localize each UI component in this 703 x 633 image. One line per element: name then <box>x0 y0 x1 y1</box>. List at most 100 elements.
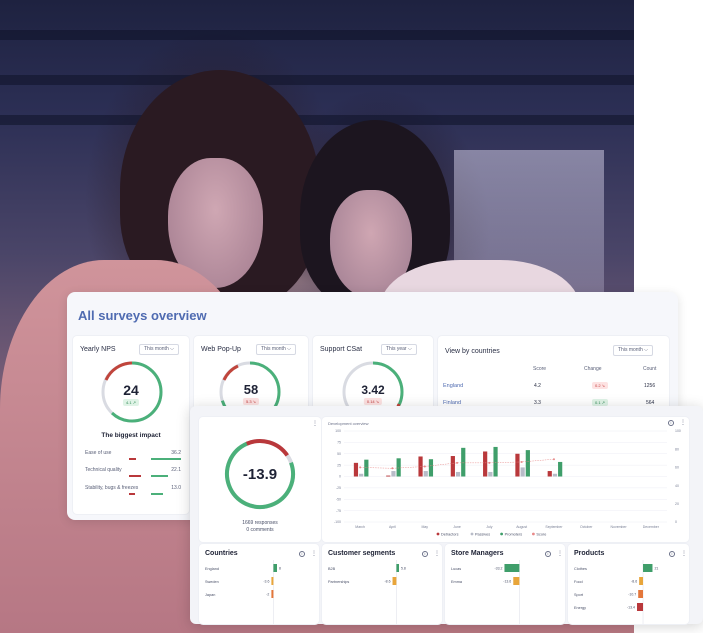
countries-title: Countries <box>205 550 238 557</box>
impact-positive-bar <box>151 458 181 460</box>
row-label: Energy <box>574 606 586 610</box>
row-label: Japan <box>205 593 215 597</box>
y2-tick-label: 0 <box>675 520 677 524</box>
segments-bars: B2B 5.8 Partnerships -8.6 <box>328 560 406 624</box>
bar-detractors <box>547 471 552 477</box>
legend-marker <box>470 532 474 536</box>
legend-marker <box>436 532 440 536</box>
country-link-england[interactable]: England <box>443 383 463 389</box>
score-point <box>552 458 555 461</box>
x-tick-label: April <box>389 525 396 529</box>
products-bars: Clothes 21 Food -8.6 Sport -10.7 Energy -13.4 <box>574 560 658 624</box>
impact-label: Ease of use <box>85 450 112 456</box>
info-icon[interactable]: i <box>299 551 305 557</box>
x-tick-label: July <box>486 525 492 529</box>
row-label: Clothes <box>574 567 587 571</box>
bar-passives <box>391 471 396 477</box>
more-options-icon[interactable]: ⋮ <box>434 550 440 557</box>
row-label: Sweden <box>205 580 219 584</box>
bar-detractors <box>515 453 520 477</box>
row-label: Partnerships <box>328 580 349 584</box>
y-tick-label: -75 <box>336 509 341 513</box>
info-icon[interactable]: i <box>669 551 675 557</box>
store-managers-panel: Store Managers i ⋮ Lucas -33.2 Emma -13.6 <box>445 544 565 624</box>
row-value: 21 <box>654 567 658 571</box>
row-value: -13.6 <box>503 580 511 584</box>
countries-table-panel: View by countries This month Score Chang… <box>438 336 669 416</box>
country-change: 0.2 ↘ <box>592 382 609 389</box>
impact-value: 22.1 <box>171 467 181 473</box>
more-options-icon[interactable]: ⋮ <box>557 550 563 557</box>
row-label: B2B <box>328 567 336 571</box>
comments-count: 0 comments <box>246 527 274 533</box>
row-label: Emma <box>451 580 463 584</box>
bar-promoters <box>493 446 498 477</box>
row-bar <box>392 577 397 585</box>
info-icon[interactable]: i <box>422 551 428 557</box>
web-popup-change: 5.3 ↘ <box>242 398 260 405</box>
yearly-nps-panel: Yearly NPS This month 24 4.1 ↗ The bigge… <box>73 336 189 514</box>
impact-row: Technical quality 22.1 <box>85 467 181 477</box>
x-tick-label: May <box>421 525 428 529</box>
impact-negative-bar <box>129 475 141 477</box>
row-value: -2 <box>266 593 269 597</box>
bar-detractors <box>353 462 359 477</box>
legend-label: Score <box>536 532 546 536</box>
row-bar <box>513 577 520 585</box>
support-csat-period-select[interactable]: This year <box>381 344 417 355</box>
y2-tick-label: 20 <box>675 502 679 506</box>
x-tick-label: December <box>643 525 660 529</box>
row-bar <box>636 603 644 611</box>
country-count: 1256 <box>644 383 656 389</box>
row-bar <box>273 564 277 572</box>
countries-period-select[interactable]: This month <box>613 345 653 356</box>
score-gauge-panel: ⋮ -13.9 1669 responses 0 comments <box>199 417 321 542</box>
x-tick-label: September <box>545 525 563 529</box>
row-value: -13.4 <box>627 606 635 610</box>
development-chart-panel: Development overview i ⋮ 100 75 50 25 0 -25 -5… <box>322 417 689 542</box>
y-tick-label: -100 <box>334 520 341 524</box>
countries-panel: Countries i ⋮ England 8 Sweden -3.6 Japan -2 <box>199 544 319 624</box>
row-bar <box>271 590 274 598</box>
web-popup-title: Web Pop-Up <box>201 346 241 353</box>
x-tick-label: November <box>610 525 627 529</box>
impact-label: Technical quality <box>85 467 122 473</box>
web-popup-period-select[interactable]: This month <box>256 344 296 355</box>
info-icon[interactable]: i <box>545 551 551 557</box>
more-options-icon[interactable]: ⋮ <box>312 420 318 427</box>
more-options-icon[interactable]: ⋮ <box>311 550 317 557</box>
store-managers-title: Store Managers <box>451 550 504 557</box>
yearly-nps-period-select[interactable]: This month <box>139 344 179 355</box>
score-point <box>488 461 491 464</box>
bar-promoters <box>525 450 530 477</box>
row-value: -3.6 <box>263 580 269 584</box>
x-tick-label: June <box>453 525 461 529</box>
bar-passives <box>552 473 558 477</box>
column-header-count: Count <box>643 366 657 372</box>
customer-segments-title: Customer segments <box>328 550 396 557</box>
row-value: -33.2 <box>494 567 502 571</box>
yearly-nps-title: Yearly NPS <box>80 346 116 353</box>
country-score: 4.2 <box>534 383 541 389</box>
x-tick-label: August <box>516 525 527 529</box>
column-header-change: Change <box>584 366 602 372</box>
x-tick-label: October <box>580 525 593 529</box>
x-tick-label: March <box>355 525 365 529</box>
impact-value: 36.2 <box>171 450 181 456</box>
development-chart: 100 75 50 25 0 -25 -50 -75 -100 100 80 60 40 20 0 March… <box>334 429 681 536</box>
bar-passives <box>359 473 364 477</box>
row-value: 8 <box>279 567 281 571</box>
bar-detractors <box>450 456 455 477</box>
bar-promoters <box>396 458 401 477</box>
overview-title: All surveys overview <box>78 308 207 323</box>
web-popup-score: 58 <box>243 382 259 397</box>
more-options-icon[interactable]: ⋮ <box>681 550 687 557</box>
countries-table-title: View by countries <box>445 348 500 355</box>
y-tick-label: 0 <box>339 475 341 479</box>
score-point <box>456 461 459 464</box>
managers-bars: Lucas -33.2 Emma -13.6 <box>451 560 520 624</box>
row-bar <box>396 564 400 572</box>
impact-positive-bar <box>151 475 168 477</box>
y-tick-label: 75 <box>337 441 341 445</box>
impact-label: Stability, bugs & freezes <box>85 485 139 491</box>
